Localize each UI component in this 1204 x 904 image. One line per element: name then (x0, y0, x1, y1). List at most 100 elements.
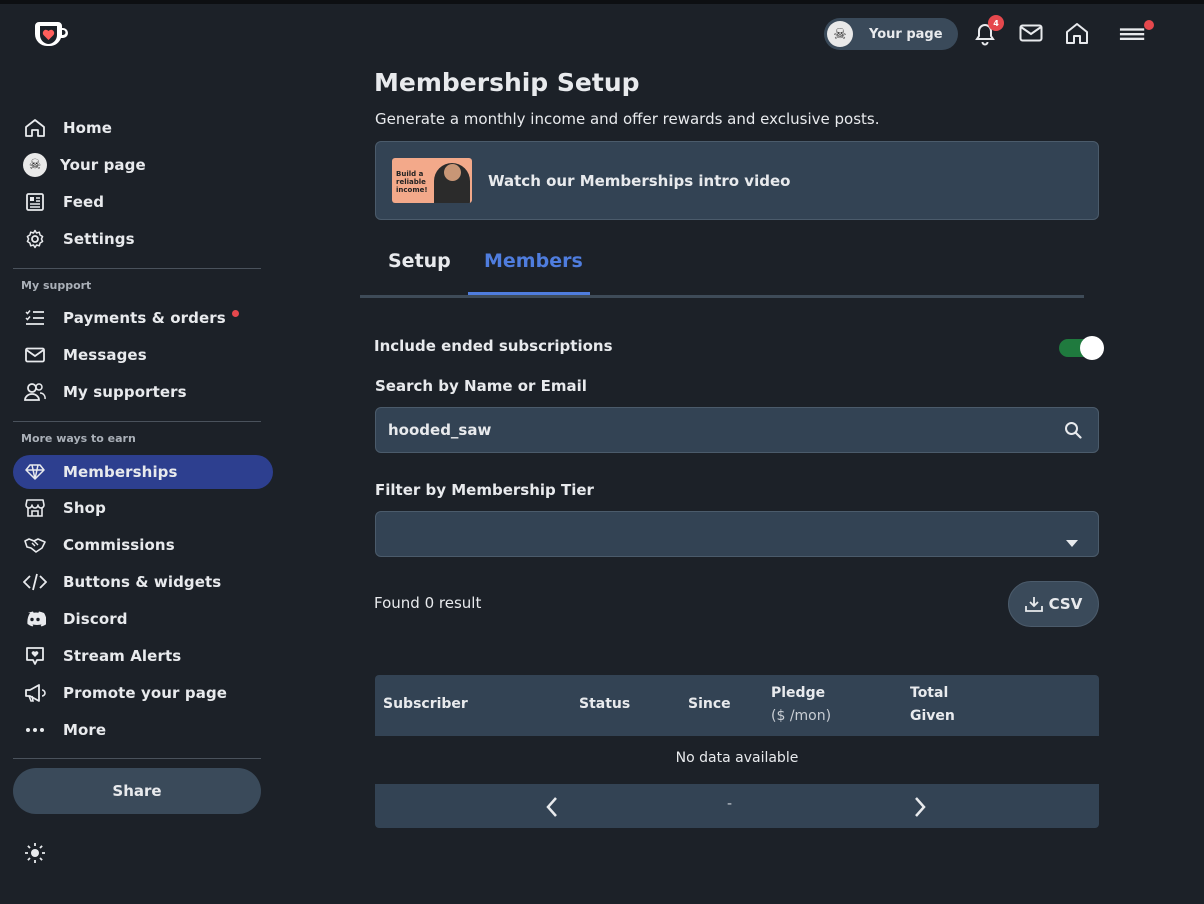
csv-export-button[interactable]: CSV (1008, 581, 1099, 627)
sidebar-item-discord[interactable]: Discord (13, 602, 273, 636)
sidebar-item-label: Feed (63, 193, 105, 211)
your-page-button[interactable]: ☠ Your page (824, 18, 958, 50)
column-header-total-given[interactable]: Total Given (910, 682, 955, 728)
sidebar-item-label: Memberships (63, 463, 178, 481)
home-icon (23, 116, 47, 140)
active-tab-indicator (468, 292, 590, 295)
results-count: Found 0 result (374, 594, 482, 612)
membership-tier-select[interactable] (375, 511, 1099, 557)
checklist-icon (23, 306, 47, 330)
tabs-divider (360, 295, 1084, 298)
tab-members[interactable]: Members (484, 250, 583, 272)
download-icon (1024, 596, 1043, 612)
sidebar-item-label: Home (63, 119, 113, 137)
more-dots-icon (23, 718, 47, 742)
divider (13, 758, 261, 759)
theme-toggle-sun-icon[interactable] (24, 842, 46, 864)
search-label: Search by Name or Email (375, 377, 587, 395)
store-icon (23, 496, 47, 520)
filter-tier-label: Filter by Membership Tier (375, 481, 594, 499)
home-icon (1066, 23, 1088, 44)
page-subtitle: Generate a monthly income and offer rewa… (375, 110, 880, 128)
section-label-my-support: My support (21, 279, 92, 292)
video-thumbnail: Build a reliable income! (392, 158, 472, 203)
given-label: Given (910, 708, 955, 724)
sidebar-item-home[interactable]: Home (13, 111, 273, 145)
sidebar-item-promote[interactable]: Promote your page (13, 676, 273, 710)
sidebar-item-feed[interactable]: Feed (13, 185, 273, 219)
sidebar-item-more[interactable]: More (13, 713, 273, 747)
sidebar: Home ☠ Your page Feed Settings My suppor… (0, 0, 280, 904)
chevron-left-icon[interactable] (545, 796, 559, 822)
sidebar-item-buttons-widgets[interactable]: Buttons & widgets (13, 565, 273, 599)
pledge-label: Pledge (771, 685, 826, 701)
sidebar-item-shop[interactable]: Shop (13, 491, 273, 525)
csv-label: CSV (1048, 595, 1083, 613)
gear-icon (23, 227, 47, 251)
page-indicator: - (727, 796, 733, 812)
users-icon (23, 380, 47, 404)
total-label: Total (910, 685, 949, 701)
divider (13, 421, 261, 422)
diamond-icon (23, 460, 47, 484)
sidebar-item-commissions[interactable]: Commissions (13, 528, 273, 562)
avatar: ☠ (23, 153, 47, 177)
tab-setup[interactable]: Setup (388, 250, 451, 272)
section-label-more-ways: More ways to earn (21, 432, 136, 445)
column-header-status[interactable]: Status (579, 693, 630, 716)
intro-video-label: Watch our Memberships intro video (488, 171, 791, 190)
sidebar-item-payments[interactable]: Payments & orders (13, 301, 273, 335)
megaphone-icon (23, 681, 47, 705)
include-ended-label: Include ended subscriptions (374, 337, 613, 355)
feed-icon (23, 190, 47, 214)
column-header-pledge[interactable]: Pledge ($ /mon) (771, 682, 831, 728)
sidebar-item-your-page[interactable]: ☠ Your page (13, 148, 273, 182)
thumbnail-text: Build a reliable income! (396, 170, 428, 194)
search-icon[interactable] (1064, 421, 1082, 443)
menu-alert-dot (1144, 20, 1154, 30)
chevron-down-icon (1066, 532, 1078, 551)
code-icon (23, 570, 47, 594)
column-header-subscriber[interactable]: Subscriber (383, 693, 468, 716)
sidebar-item-label: Promote your page (63, 684, 228, 702)
divider (13, 268, 261, 269)
messages-button[interactable] (1017, 19, 1045, 47)
pledge-unit: ($ /mon) (771, 708, 832, 724)
sidebar-item-label: Payments & orders (63, 309, 226, 327)
sidebar-item-label: More (63, 721, 107, 739)
intro-video-card[interactable]: Build a reliable income! Watch our Membe… (375, 141, 1099, 220)
sidebar-item-label: Discord (63, 610, 128, 628)
column-header-since[interactable]: Since (688, 693, 731, 716)
sidebar-item-settings[interactable]: Settings (13, 222, 273, 256)
avatar: ☠ (827, 21, 853, 47)
search-input-value: hooded_saw (388, 421, 492, 439)
notification-badge: 4 (988, 15, 1004, 31)
discord-icon (23, 607, 47, 631)
sidebar-item-stream-alerts[interactable]: Stream Alerts (13, 639, 273, 673)
stream-alert-icon (23, 644, 47, 668)
sidebar-item-label: Settings (63, 230, 135, 248)
handshake-icon (23, 533, 47, 557)
mail-icon (23, 343, 47, 367)
sidebar-item-label: Messages (63, 346, 147, 364)
sidebar-item-label: Buttons & widgets (63, 573, 222, 591)
page-title: Membership Setup (374, 68, 640, 97)
menu-button[interactable] (1119, 19, 1147, 47)
sidebar-item-label: Your page (60, 156, 146, 174)
sidebar-item-messages[interactable]: Messages (13, 338, 273, 372)
alert-dot (231, 309, 239, 317)
sidebar-item-label: Shop (63, 499, 106, 517)
chevron-right-icon[interactable] (913, 796, 927, 822)
hamburger-icon (1119, 28, 1145, 40)
search-input[interactable]: hooded_saw (375, 407, 1099, 453)
home-button[interactable] (1063, 19, 1091, 47)
sidebar-item-label: Commissions (63, 536, 175, 554)
sidebar-item-memberships[interactable]: Memberships (13, 455, 273, 489)
include-ended-toggle[interactable] (1059, 336, 1104, 360)
share-button[interactable]: Share (13, 768, 261, 814)
sidebar-item-label: My supporters (63, 383, 187, 401)
table-pagination: - (375, 784, 1099, 828)
sidebar-item-my-supporters[interactable]: My supporters (13, 375, 273, 409)
your-page-label: Your page (869, 26, 943, 42)
mail-icon (1019, 24, 1043, 42)
